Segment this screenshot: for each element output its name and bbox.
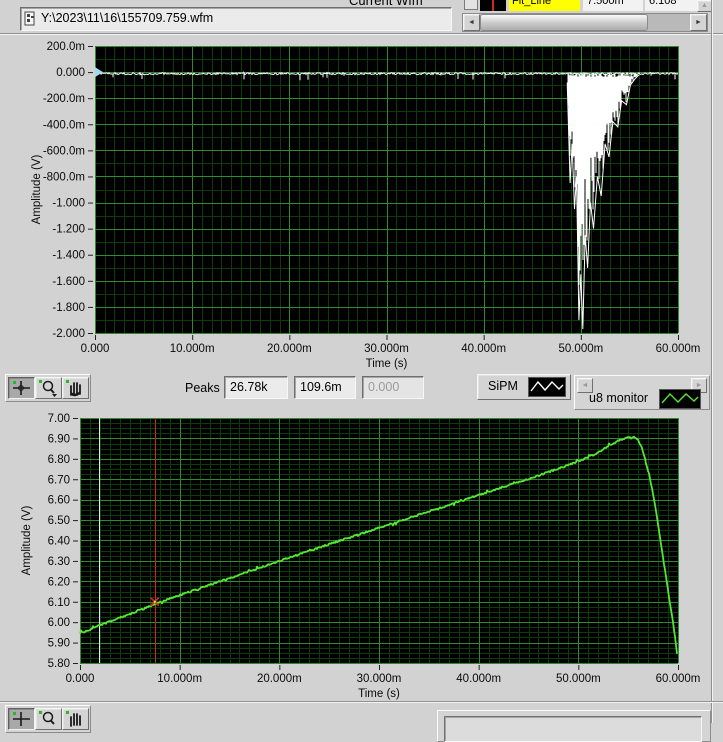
cursor-legend-scroll-up-button[interactable]: ▲ xyxy=(697,0,712,12)
y-axis-tick-label: -600.0m xyxy=(43,145,85,157)
graph-sipm[interactable]: 0.000 10.000m 20.000m 30.000m 40.000m 50.000m… xyxy=(0,38,723,373)
y-axis-tick-label: -200.0m xyxy=(43,93,85,105)
sipm-waveform-icon[interactable] xyxy=(528,377,566,397)
y-axis-tick-label: 6.50 xyxy=(48,515,70,527)
cursor-style-icon[interactable] xyxy=(480,0,506,11)
y-axis-title: Amplitude (V) xyxy=(21,506,33,576)
x-axis-tick-label: 40.000m xyxy=(461,343,506,355)
graph1-legend-label: SiPM xyxy=(488,379,518,393)
x-axis-tick-label: 50.000m xyxy=(556,673,601,685)
file-path-control[interactable]: Y:\2023\11\16\155709.759.wfm xyxy=(20,7,452,31)
scroll-thumb[interactable] xyxy=(480,14,648,31)
y-axis-tick-label: -1.800 xyxy=(52,302,85,314)
y-axis-tick-label: -800.0m xyxy=(43,171,85,183)
y-axis-tick-label: 6.20 xyxy=(48,576,70,588)
x-axis-tick-label: 60.000m xyxy=(656,343,701,355)
peaks-field-1[interactable]: 26.78k xyxy=(224,376,288,399)
cursor-x-cell[interactable]: 7.500m xyxy=(583,0,643,11)
palette2-cursor-tool-button[interactable] xyxy=(8,708,35,730)
x-axis-title: Time (s) xyxy=(358,688,400,700)
cursor-y-cell[interactable]: 6.108 xyxy=(645,0,697,11)
graph2-plot-legend-group: ◄ ► u8 monitor xyxy=(574,375,710,410)
y-axis-tick-label: -1.200 xyxy=(52,224,85,236)
palette-zoom-tool-button[interactable] xyxy=(35,377,62,399)
palette2-zoom-tool-button[interactable] xyxy=(35,708,62,730)
y-axis-tick-label: -1.600 xyxy=(52,276,85,288)
graph-u8-monitor[interactable]: 0.000 10.000m 20.000m 30.000m 40.000m 50.000m… xyxy=(0,410,723,723)
magnifier-icon xyxy=(39,380,57,397)
y-axis-tick-label: 6.60 xyxy=(48,495,70,507)
x-axis-tick-label: 60.000m xyxy=(656,673,701,685)
graph2-palette xyxy=(5,705,91,733)
y-axis-tick-label: 6.80 xyxy=(48,454,70,466)
scroll-left-button[interactable]: ◄ xyxy=(463,14,480,31)
x-axis-title: Time (s) xyxy=(366,358,408,370)
x-axis-tick-label: 30.000m xyxy=(364,343,409,355)
magnifier-icon xyxy=(39,711,55,725)
cursor-legend-hscrollbar[interactable]: ◄ ► xyxy=(462,13,708,32)
x-axis-tick-label: 10.000m xyxy=(157,673,202,685)
y-axis-title: Amplitude (V) xyxy=(31,155,43,225)
peaks-field-1-value: 26.78k xyxy=(230,380,268,394)
x-axis-tick-label: 40.000m xyxy=(456,673,501,685)
y-axis-tick-label: 6.30 xyxy=(48,556,70,568)
path-type-icon xyxy=(24,11,37,32)
x-axis-tick-label: 10.000m xyxy=(170,343,215,355)
y-axis-tick-label: 7.00 xyxy=(48,413,70,425)
hand-icon xyxy=(66,711,81,727)
crosshair-icon xyxy=(13,712,30,726)
cursor-name-cell[interactable]: Fit_Line xyxy=(509,0,580,11)
x-axis-tick-label: 0.000 xyxy=(66,673,95,685)
cursor-marker-center xyxy=(153,600,156,603)
peaks-label: Peaks xyxy=(185,381,220,395)
x-axis-tick-label: 50.000m xyxy=(558,343,603,355)
y-axis-tick-label: -2.000 xyxy=(52,328,85,340)
bottom-right-panel-inner xyxy=(444,716,702,742)
file-path-text[interactable]: Y:\2023\11\16\155709.759.wfm xyxy=(41,11,213,25)
y-axis-tick-label: -400.0m xyxy=(43,119,85,131)
x-axis-tick-label: 20.000m xyxy=(257,673,302,685)
y-axis-tick-label: 6.70 xyxy=(48,474,70,486)
graph2-legend-label: u8 monitor xyxy=(589,391,649,405)
y-axis-tick-label: 6.10 xyxy=(48,597,70,609)
y-axis-tick-label: 6.40 xyxy=(48,536,70,548)
y-axis-tick-label: -1.400 xyxy=(52,250,85,262)
graph1-plot-legend[interactable]: SiPM xyxy=(477,374,571,400)
y-axis-tick-label: 5.90 xyxy=(48,638,70,650)
peaks-field-3: 0.000 xyxy=(362,376,424,399)
hand-icon xyxy=(66,380,81,397)
x-axis-tick-label: 30.000m xyxy=(357,673,402,685)
graph1-palette xyxy=(5,374,91,402)
x-axis-tick-label: 20.000m xyxy=(267,343,312,355)
peaks-field-2-value: 109.6m xyxy=(300,380,342,394)
peaks-field-2[interactable]: 109.6m xyxy=(294,376,356,399)
bottom-right-panel xyxy=(437,710,711,742)
palette2-pan-tool-button[interactable] xyxy=(62,708,89,730)
y-axis-tick-label: 200.0m xyxy=(47,41,85,53)
crosshair-icon xyxy=(13,381,30,395)
palette-pan-tool-button[interactable] xyxy=(62,377,89,399)
peaks-field-3-value: 0.000 xyxy=(368,380,400,394)
y-axis-tick-label: -1.000 xyxy=(52,198,85,210)
u8-monitor-waveform-icon[interactable] xyxy=(659,389,701,409)
labview-front-panel: { "colors": { "window_bg": "#d2d2d2", "p… xyxy=(0,0,723,742)
y-axis-tick-label: 0.000 xyxy=(56,67,85,79)
x-axis-tick-label: 0.000 xyxy=(81,343,110,355)
y-axis-tick-label: 6.00 xyxy=(48,617,70,629)
bottom-divider xyxy=(0,701,723,703)
y-axis-tick-label: 6.90 xyxy=(48,433,70,445)
cursor-legend-check-icon[interactable] xyxy=(464,0,478,10)
y-axis-tick-label: 5.80 xyxy=(48,658,70,670)
palette-cursor-tool-button[interactable] xyxy=(8,377,35,399)
scroll-right-button[interactable]: ► xyxy=(690,14,707,31)
top-divider xyxy=(0,33,723,35)
